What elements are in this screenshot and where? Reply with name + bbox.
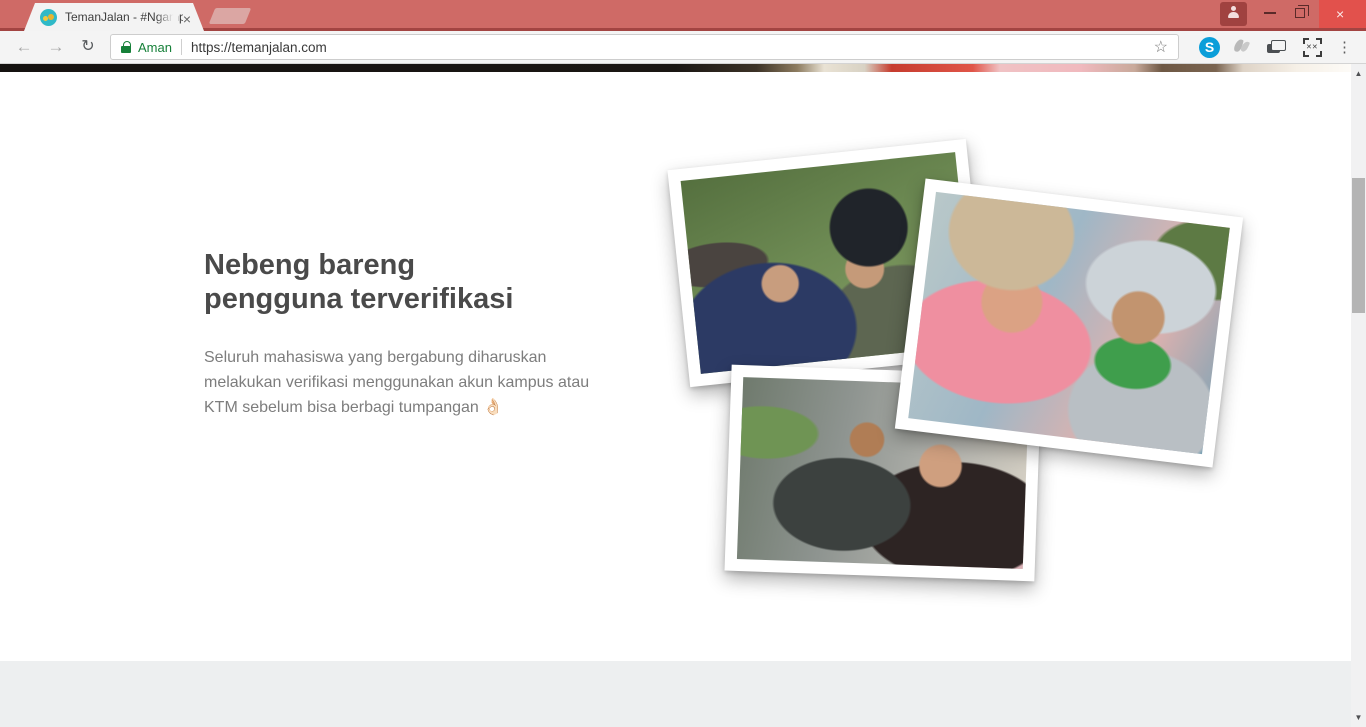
close-window-button[interactable]: × (1319, 0, 1366, 28)
minimize-button[interactable] (1255, 0, 1285, 28)
secure-label[interactable]: Aman (138, 40, 172, 55)
photo-two-hijabers-image (908, 192, 1230, 454)
window-titlebar[interactable]: × (0, 0, 1366, 28)
restore-button[interactable] (1285, 0, 1315, 28)
site-favicon-icon (40, 9, 57, 26)
restore-icon (1295, 8, 1305, 18)
forward-button[interactable]: → (43, 34, 69, 60)
chrome-menu-icon[interactable]: ⋮ (1337, 38, 1352, 56)
bookmark-star-icon[interactable]: ☆ (1150, 37, 1172, 57)
next-section-strip (0, 661, 1351, 727)
back-button[interactable]: ← (11, 34, 37, 60)
new-tab-button[interactable] (209, 8, 251, 24)
omnibox-separator (181, 39, 182, 55)
window-controls: × (1220, 0, 1366, 28)
skype-extension-icon[interactable]: S (1199, 37, 1220, 58)
url-text[interactable]: https://temanjalan.com (191, 40, 1150, 55)
tab-close-button[interactable]: × (178, 10, 196, 28)
window-stack-extension-icon[interactable] (1267, 40, 1285, 54)
browser-toolbar: ← → ↻ Aman https://temanjalan.com ☆ S ⋮ (0, 31, 1366, 64)
scroll-down-arrow[interactable]: ▼ (1351, 710, 1366, 725)
heading-line1: Nebeng bareng (204, 249, 415, 281)
close-icon: × (1336, 6, 1344, 22)
person-icon (1228, 6, 1239, 22)
scrolled-hero-image-sliver (0, 64, 1351, 72)
secure-lock-icon[interactable] (121, 41, 131, 53)
browser-tab[interactable]: TemanJalan - #Ngampus × (24, 3, 204, 31)
scrollbar-thumb[interactable] (1352, 178, 1365, 313)
screenshot-extension-icon[interactable] (1303, 38, 1322, 57)
minimize-icon (1264, 12, 1276, 14)
heading-line2: pengguna terverifikasi (204, 283, 513, 315)
reload-button[interactable]: ↻ (75, 34, 101, 60)
profile-button[interactable] (1220, 2, 1247, 26)
section-heading: Nebeng bareng pengguna terverifikasi (204, 248, 513, 316)
photo-two-hijabers (895, 178, 1243, 467)
extensions-area: S ⋮ (1193, 37, 1358, 58)
tab-title-fade (156, 8, 178, 26)
address-bar[interactable]: Aman https://temanjalan.com ☆ (110, 34, 1179, 60)
section-body-text: Seluruh mahasiswa yang bergabung diharus… (204, 345, 594, 420)
page-viewport: Nebeng bareng pengguna terverifikasi Sel… (0, 64, 1351, 727)
feather-extension-icon[interactable] (1234, 38, 1250, 56)
page-scrollbar[interactable]: ▲ ▼ (1351, 64, 1366, 727)
scroll-up-arrow[interactable]: ▲ (1351, 66, 1366, 81)
